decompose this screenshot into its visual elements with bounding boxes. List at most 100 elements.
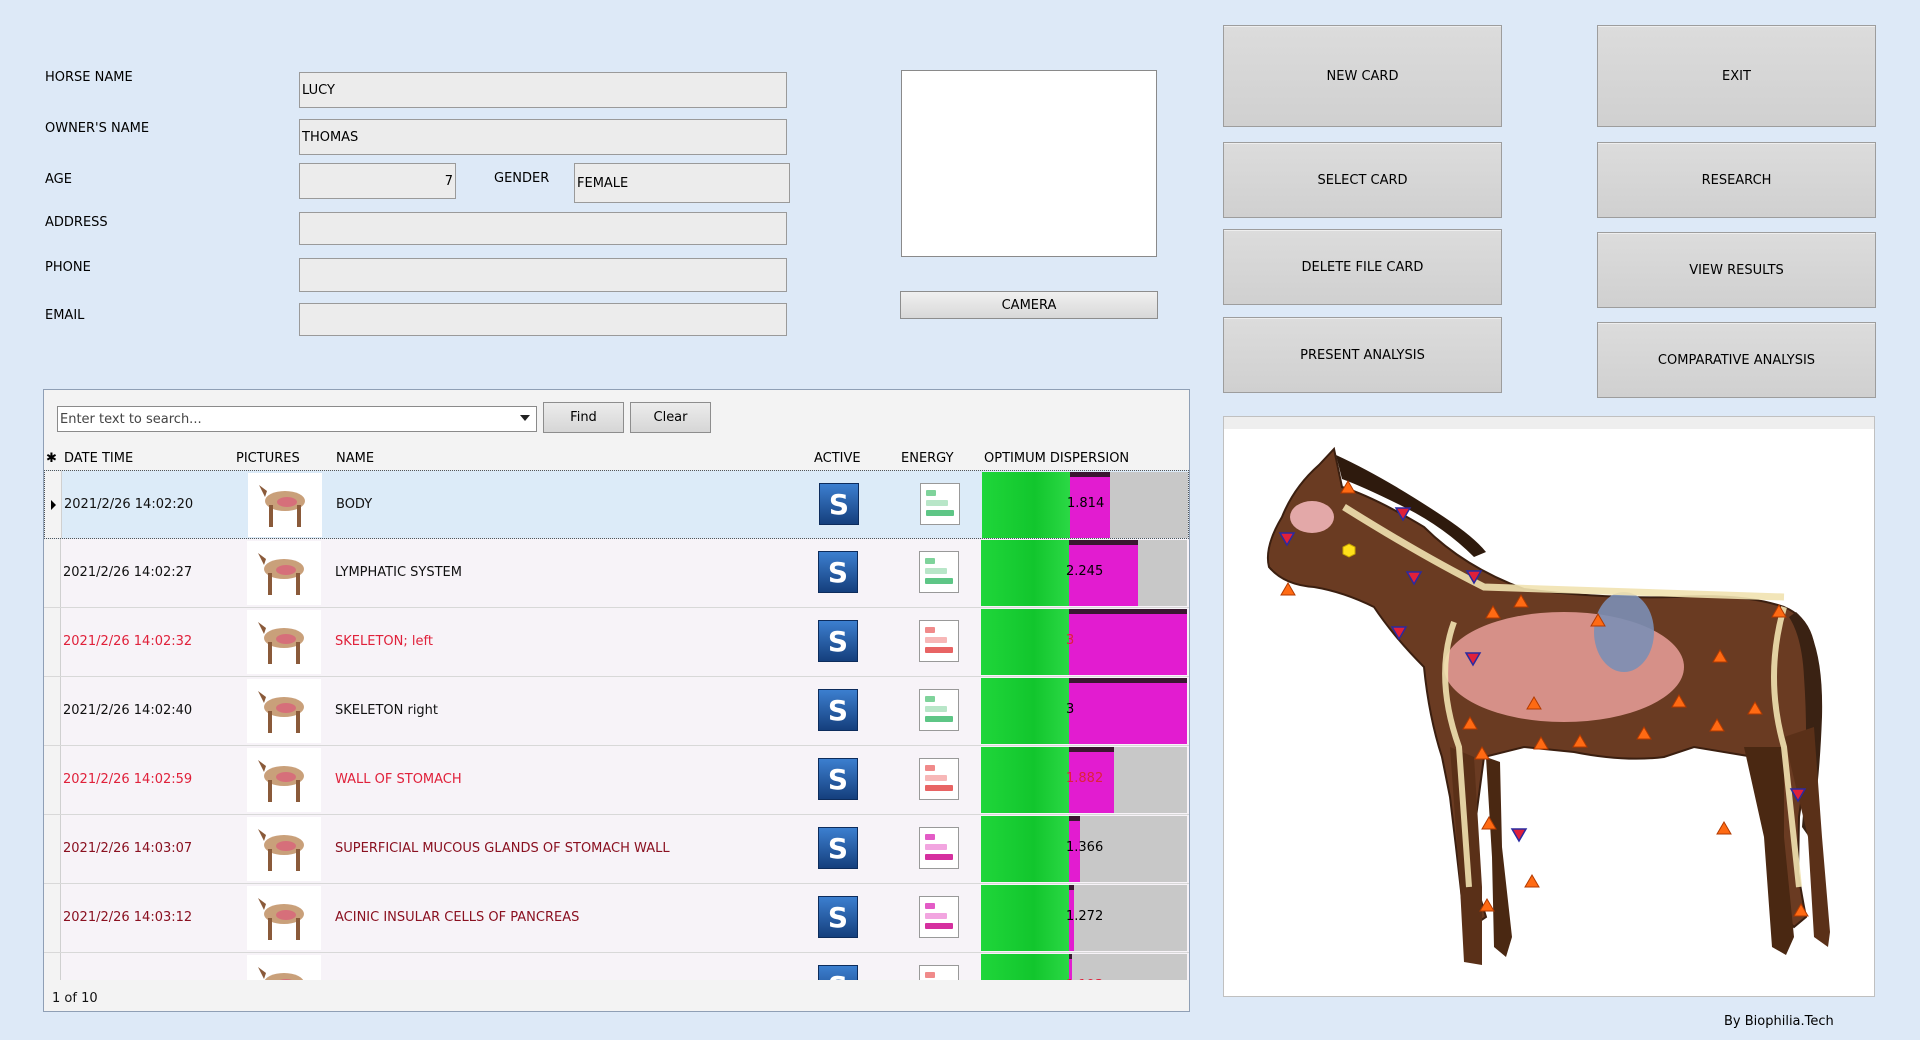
energy-bar [925,903,935,909]
age-field[interactable]: 7 [299,163,456,199]
optimum-dispersion-bar: 1.193 [981,954,1187,980]
table-row[interactable]: 2021/2/26 14:03:07 SUPERFICIAL MUCOUS GLA… [44,815,1189,884]
active-s-button[interactable]: S [818,620,858,662]
row-indicator[interactable] [44,953,61,980]
dispersion-cap [1069,747,1114,752]
active-s-button[interactable]: S [818,965,858,980]
dispersion-value: 1.882 [1066,771,1104,786]
header-dispersion[interactable]: OPTIMUM DISPERSION [984,451,1129,466]
active-s-button[interactable]: S [818,689,858,731]
energy-bar [925,647,953,653]
table-row[interactable]: 2021/2/26 14:02:20 BODY S 1.814 [44,470,1189,539]
grid-rows: 2021/2/26 14:02:20 BODY S 1.814 2021/2/26 14… [44,470,1189,980]
header-marker: ✱ [46,451,57,466]
active-s-button[interactable]: S [819,483,859,525]
delete-file-card-button[interactable]: DELETE FILE CARD [1223,229,1502,305]
research-button[interactable]: RESEARCH [1597,142,1876,218]
optimum-range-fill [981,885,1069,951]
search-placeholder: Enter text to search... [60,411,202,427]
chevron-down-icon[interactable] [520,415,530,421]
active-s-button[interactable]: S [818,551,858,593]
view-results-button[interactable]: VIEW RESULTS [1597,232,1876,308]
optimum-range-fill [981,609,1069,675]
table-row[interactable]: 2021/2/26 14:02:40 SKELETON right S 3 [44,677,1189,746]
owner-name-field[interactable]: THOMAS [299,119,787,155]
search-input[interactable]: Enter text to search... [57,406,537,432]
find-button[interactable]: Find [543,402,624,433]
gender-field[interactable]: FEMALE [574,163,790,203]
table-row[interactable]: 2021/2/26 14:03:12 ACINIC INSULAR CELLS O… [44,884,1189,953]
row-indicator[interactable] [44,677,61,745]
stomach-wall-icon [247,748,321,812]
photo-preview [901,70,1157,257]
active-s-button[interactable]: S [818,896,858,938]
exit-button[interactable]: EXIT [1597,25,1876,127]
energy-bar [926,500,948,506]
row-indicator[interactable] [44,539,61,607]
row-name: PANCREATIC ACINUS [335,979,469,980]
active-s-button[interactable]: S [818,758,858,800]
row-datetime: 2021/2/26 14:02:27 [63,565,193,580]
table-row[interactable]: 2021/2/26 14:02:59 WALL OF STOMACH S 1.882 [44,746,1189,815]
camera-button[interactable]: CAMERA [900,291,1158,319]
owner-name-label: OWNER'S NAME [45,121,150,136]
optimum-dispersion-bar: 2.245 [981,540,1187,606]
dispersion-value: 3 [1066,633,1075,648]
row-name: ACINIC INSULAR CELLS OF PANCREAS [335,910,580,925]
header-name[interactable]: NAME [336,451,374,466]
credit-text: By Biophilia.Tech [1724,1014,1834,1029]
present-analysis-button[interactable]: PRESENT ANALYSIS [1223,317,1502,393]
optimum-range-fill [981,816,1069,882]
gender-label: GENDER [494,171,550,186]
comparative-analysis-button[interactable]: COMPARATIVE ANALYSIS [1597,322,1876,398]
dispersion-fill [1069,678,1187,744]
phone-field[interactable] [299,258,787,292]
energy-chart-icon[interactable] [919,620,959,662]
header-pictures[interactable]: PICTURES [236,451,300,466]
row-indicator[interactable] [44,608,61,676]
clear-button[interactable]: Clear [630,402,711,433]
horse-skeleton-icon [247,610,321,674]
table-row[interactable]: 2021/2/26 14:02:32 SKELETON; left S 3 [44,608,1189,677]
stomach-shape [1594,592,1654,672]
email-field[interactable] [299,303,787,336]
energy-chart-icon[interactable] [919,551,959,593]
dispersion-value: 2.245 [1066,564,1104,579]
dispersion-value: 1.193 [1066,978,1103,980]
dispersion-cap [1069,816,1080,821]
anatomy-panel [1223,416,1875,997]
dispersion-value: 1.272 [1066,909,1104,924]
row-name: SKELETON; left [335,634,433,649]
grid-header: ✱ DATE TIME PICTURES NAME ACTIVE ENERGY … [44,446,1189,471]
header-datetime[interactable]: DATE TIME [64,451,133,466]
optimum-range-fill [981,747,1069,813]
row-indicator[interactable] [44,746,61,814]
energy-chart-icon[interactable] [919,758,959,800]
address-field[interactable] [299,212,787,245]
table-row[interactable]: 2021/2/26 14:03:17 PANCREATIC ACINUS S 1.19… [44,953,1189,980]
table-row[interactable]: 2021/2/26 14:02:27 LYMPHATIC SYSTEM S 2.245 [44,539,1189,608]
energy-chart-icon[interactable] [919,965,959,980]
horse-name-field[interactable]: LUCY [299,72,787,108]
energy-chart-icon[interactable] [919,689,959,731]
energy-chart-icon[interactable] [919,896,959,938]
energy-chart-icon[interactable] [919,827,959,869]
header-energy[interactable]: ENERGY [901,451,954,466]
dispersion-value: 1.814 [1067,496,1105,511]
pager-text: 1 of 10 [52,991,98,1006]
select-card-button[interactable]: SELECT CARD [1223,142,1502,218]
row-indicator[interactable] [44,884,61,952]
energy-bar [926,490,936,496]
row-datetime: 2021/2/26 14:02:40 [63,703,193,718]
energy-bar [925,923,953,929]
row-datetime: 2021/2/26 14:02:59 [63,772,193,787]
email-label: EMAIL [45,308,85,323]
row-indicator[interactable] [44,815,61,883]
energy-chart-icon[interactable] [920,483,960,525]
optimum-range-fill [982,472,1070,538]
header-active[interactable]: ACTIVE [814,451,861,466]
row-indicator[interactable] [45,471,62,538]
new-card-button[interactable]: NEW CARD [1223,25,1502,127]
energy-bar [925,696,935,702]
active-s-button[interactable]: S [818,827,858,869]
